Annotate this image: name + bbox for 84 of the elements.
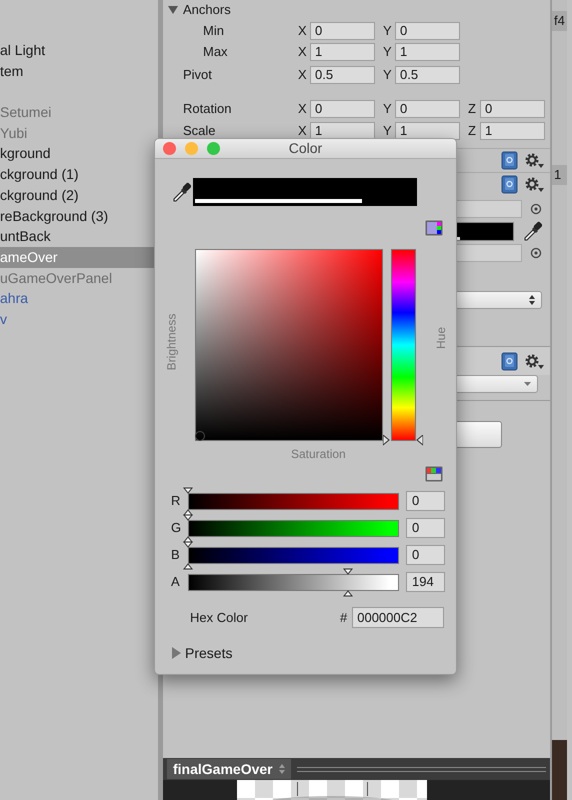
axis-label: X xyxy=(298,22,308,40)
slider-track[interactable] xyxy=(188,520,399,536)
axis-label: Y xyxy=(383,100,393,118)
number-field[interactable]: 1 xyxy=(480,122,545,140)
settings-icon[interactable] xyxy=(524,152,544,168)
hierarchy-item[interactable]: v xyxy=(0,308,158,330)
number-field[interactable]: 0 xyxy=(310,100,375,118)
field-label: Scale xyxy=(183,122,217,140)
object-dropdown[interactable]: finalGameOver xyxy=(167,759,291,779)
number-field[interactable]: 0 xyxy=(406,491,445,511)
number-field[interactable]: 194 xyxy=(406,572,445,592)
target-icon[interactable] xyxy=(530,203,542,215)
slider-track[interactable] xyxy=(188,574,399,590)
eyedropper-icon[interactable] xyxy=(522,221,542,241)
field-label: Min xyxy=(203,22,225,40)
target-icon[interactable] xyxy=(530,247,542,259)
hue-bar[interactable] xyxy=(391,249,416,441)
hierarchy-item[interactable]: untBack xyxy=(0,226,158,247)
number-field[interactable]: 1 xyxy=(310,42,375,60)
number-field[interactable]: 1 xyxy=(395,42,460,60)
help-icon[interactable] xyxy=(501,150,518,170)
channel-label: A xyxy=(171,573,181,592)
updown-icon xyxy=(278,764,285,774)
number-field[interactable]: 0.5 xyxy=(310,66,375,84)
slider-track[interactable] xyxy=(188,546,399,564)
field-label: Pivot xyxy=(183,66,213,84)
hex-field[interactable]: 000000C2 xyxy=(352,607,444,628)
number-field[interactable]: 0 xyxy=(395,22,460,40)
slider-mode-icon[interactable] xyxy=(425,466,443,482)
field-label: Max xyxy=(203,42,229,61)
hierarchy-item[interactable]: ckground (1) xyxy=(0,164,158,185)
updown-icon xyxy=(529,295,535,305)
expand-icon[interactable] xyxy=(172,647,181,659)
color-mode-icon[interactable] xyxy=(425,220,443,236)
number-field[interactable]: 0 xyxy=(480,100,545,118)
number-field[interactable]: 0.5 xyxy=(395,66,460,84)
hierarchy-item[interactable]: reBackground (3) xyxy=(0,206,158,226)
number-field[interactable]: 0 xyxy=(406,518,445,538)
caret-icon xyxy=(524,382,531,386)
axis-label: Hue xyxy=(433,327,450,349)
number-field[interactable]: 1 xyxy=(395,122,460,140)
number-field[interactable]: 0 xyxy=(406,545,445,565)
section-label[interactable]: Anchors xyxy=(183,0,231,20)
settings-icon[interactable] xyxy=(524,176,544,192)
channel-label: R xyxy=(171,492,182,510)
axis-label: Z xyxy=(468,100,477,118)
axis-label: X xyxy=(298,66,308,84)
axis-label: Y xyxy=(383,122,393,140)
number-field[interactable]: 1 xyxy=(310,122,375,140)
number-field[interactable]: 0 xyxy=(310,22,375,40)
axis-label: Y xyxy=(383,66,393,84)
axis-label: X xyxy=(298,122,308,140)
axis-label: Brightness xyxy=(163,314,180,370)
slider-thumb[interactable] xyxy=(183,540,193,570)
hash-label: # xyxy=(340,608,348,627)
slider-track[interactable] xyxy=(188,492,399,510)
slider-thumb[interactable] xyxy=(343,568,354,596)
eyedropper-icon[interactable] xyxy=(171,182,191,202)
hierarchy-item[interactable]: tem xyxy=(0,60,158,82)
axis-label: Y xyxy=(383,42,393,61)
channel-label: G xyxy=(171,519,182,538)
hierarchy-item[interactable]: al Light xyxy=(0,40,158,61)
axis-label: Saturation xyxy=(291,446,346,463)
section-label[interactable]: Presets xyxy=(185,642,232,664)
channel-label: B xyxy=(171,546,181,564)
expand-icon[interactable] xyxy=(168,6,178,14)
saturation-brightness-picker[interactable] xyxy=(194,249,384,441)
hierarchy-item[interactable]: kground xyxy=(0,143,158,164)
field-label: Hex Color xyxy=(190,608,249,627)
tab[interactable]: f4 xyxy=(552,11,567,31)
axis-label: Y xyxy=(383,22,393,40)
help-icon[interactable] xyxy=(501,174,518,194)
axis-label: Z xyxy=(468,122,477,140)
settings-icon[interactable] xyxy=(524,352,544,370)
hierarchy-item[interactable]: ahra xyxy=(0,288,158,309)
tab[interactable]: 1 xyxy=(552,165,567,185)
help-icon[interactable] xyxy=(501,352,518,370)
hue-thumb[interactable] xyxy=(383,435,424,446)
hierarchy-item[interactable]: ckground (2) xyxy=(0,184,158,206)
axis-label: X xyxy=(298,42,308,61)
field-label: Rotation xyxy=(183,100,232,118)
axis-label: X xyxy=(298,100,308,118)
number-field[interactable]: 0 xyxy=(395,100,460,118)
window-title: Color xyxy=(288,140,322,156)
